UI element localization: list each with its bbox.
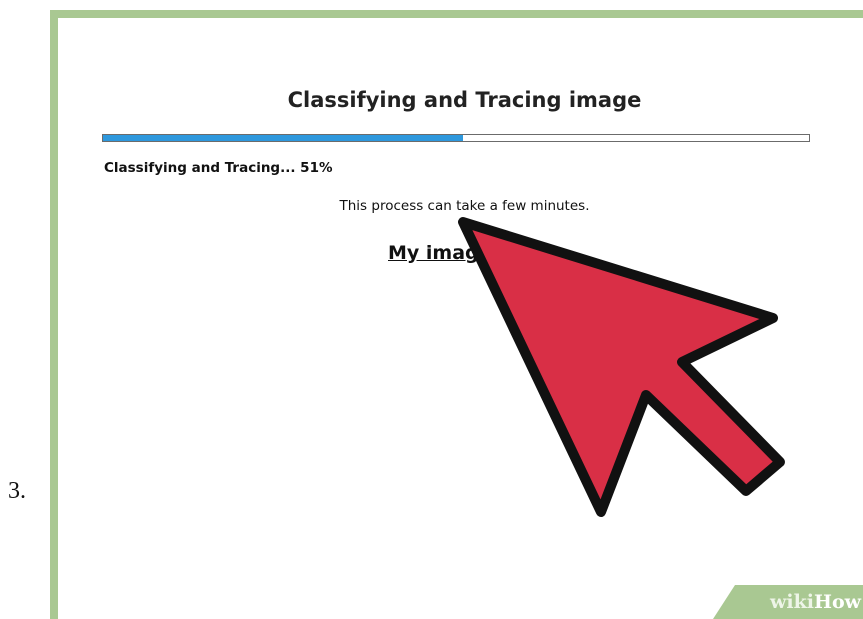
progress-bar bbox=[102, 134, 810, 142]
wikihow-watermark: wikiHow bbox=[713, 585, 863, 619]
progress-status-text: Classifying and Tracing... 51% bbox=[104, 160, 333, 176]
process-note: This process can take a few minutes. bbox=[339, 198, 590, 214]
screenshot-frame: Classifying and Tracing image Classifyin… bbox=[50, 10, 863, 619]
step-number: 3. bbox=[8, 478, 26, 504]
my-images-link[interactable]: My images bbox=[388, 242, 503, 264]
dialog-screen: Classifying and Tracing image Classifyin… bbox=[58, 18, 863, 619]
progress-bar-fill bbox=[103, 135, 464, 141]
dialog-title: Classifying and Tracing image bbox=[287, 88, 642, 112]
wikihow-logo-text: wikiHow bbox=[770, 591, 861, 613]
